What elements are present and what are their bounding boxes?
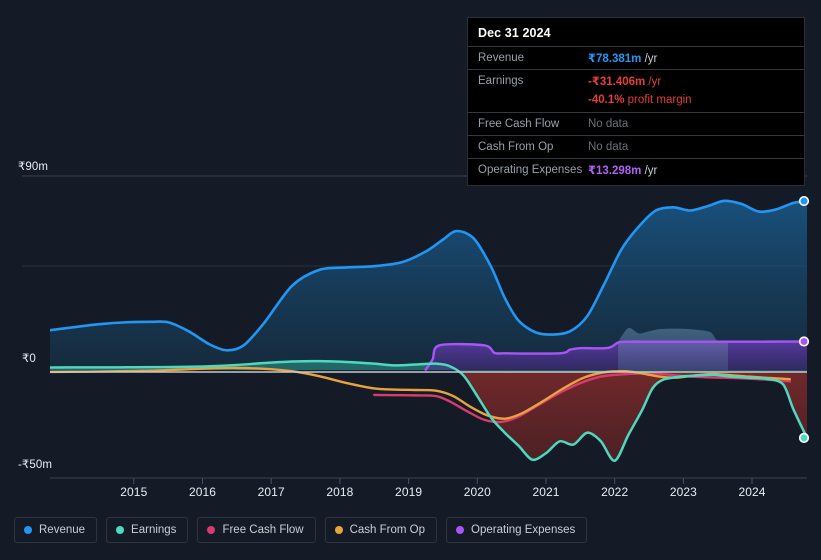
x-axis-label-2021: 2021 xyxy=(532,485,560,499)
legend-color-dot-icon xyxy=(116,526,125,534)
legend-item-operating-expenses[interactable]: Operating Expenses xyxy=(446,517,588,543)
tooltip-row-revenue: Revenue ₹78.381m /yr xyxy=(468,46,804,69)
end-marker-revenue xyxy=(798,195,810,207)
legend-color-dot-icon xyxy=(24,526,32,534)
tooltip-date: Dec 31 2024 xyxy=(478,26,551,40)
tooltip-row-operating-expenses: Operating Expenses ₹13.298m /yr xyxy=(468,158,804,181)
legend-color-dot-icon xyxy=(456,526,465,534)
legend-item-cash-from-op[interactable]: Cash From Op xyxy=(324,517,438,543)
tooltip-row-label: Free Cash Flow xyxy=(478,118,560,130)
tooltip-row-nodata: No data xyxy=(588,141,629,153)
tooltip-row-label: Cash From Op xyxy=(478,141,554,153)
tooltip-row-profit-margin: -40.1% profit margin xyxy=(468,92,804,112)
tooltip-row-label: Revenue xyxy=(478,52,525,64)
tooltip-rows: Revenue ₹78.381m /yr Earnings -₹31.406m /yr… xyxy=(468,46,804,181)
tooltip-value-unit: /yr xyxy=(645,76,662,88)
legend-item-label: Revenue xyxy=(39,524,86,536)
tooltip-value-number: -40.1% xyxy=(588,94,625,106)
area-revenue-secondary-band xyxy=(618,327,728,371)
chart-page: ₹90m ₹0 -₹50m 2015 2016 2017 2018 2019 2020 20… xyxy=(0,0,821,560)
tooltip-row-value: -40.1% profit margin xyxy=(588,94,692,106)
y-axis-label-minus50m: -₹50m xyxy=(18,459,53,471)
x-axis-ticks xyxy=(133,478,753,484)
tooltip-row-nodata: No data xyxy=(588,118,629,130)
tooltip-row-value: ₹13.298m /yr xyxy=(588,163,657,177)
tooltip-row-value: ₹78.381m /yr xyxy=(588,51,657,65)
x-axis-label-2018: 2018 xyxy=(326,485,354,499)
tooltip-value-number: ₹13.298m xyxy=(588,165,642,177)
x-axis-label-2015: 2015 xyxy=(120,485,148,499)
x-axis-label-2017: 2017 xyxy=(257,485,285,499)
end-marker-operating-expenses xyxy=(798,336,810,347)
tooltip-row-earnings: Earnings -₹31.406m /yr xyxy=(468,69,804,92)
y-axis-label-90m: ₹90m xyxy=(18,161,49,173)
x-axis-label-2019: 2019 xyxy=(395,485,423,499)
x-axis-label-2023: 2023 xyxy=(669,485,697,499)
y-axis-label-zero: ₹0 xyxy=(22,353,36,365)
tooltip-row-free-cash-flow: Free Cash Flow No data xyxy=(468,112,804,135)
x-axis-label-2024: 2024 xyxy=(738,485,766,499)
tooltip-row-label: Earnings xyxy=(478,75,524,87)
tooltip-row-value: -₹31.406m /yr xyxy=(588,74,661,88)
legend-item-label: Cash From Op xyxy=(349,524,426,536)
chart-tooltip: Dec 31 2024 Revenue ₹78.381m /yr Earnings -… xyxy=(467,17,805,186)
tooltip-value-unit: /yr xyxy=(641,165,658,177)
legend-item-free-cash-flow[interactable]: Free Cash Flow xyxy=(197,517,316,543)
tooltip-row-cash-from-op: Cash From Op No data xyxy=(468,135,804,158)
chart-areas xyxy=(50,200,807,461)
legend-item-label: Operating Expenses xyxy=(471,524,576,536)
x-axis-label-2016: 2016 xyxy=(188,485,217,499)
legend-item-label: Earnings xyxy=(131,524,177,536)
legend-item-label: Free Cash Flow xyxy=(222,524,304,536)
x-axis-label-2020: 2020 xyxy=(463,485,491,499)
end-marker-earnings xyxy=(798,432,810,443)
legend-color-dot-icon xyxy=(207,526,216,534)
tooltip-value-unit: /yr xyxy=(641,53,658,65)
tooltip-value-number: -₹31.406m xyxy=(588,76,646,88)
legend-item-earnings[interactable]: Earnings xyxy=(106,517,189,543)
line-earnings xyxy=(50,359,807,462)
legend-item-revenue[interactable]: Revenue xyxy=(14,517,98,543)
tooltip-value-number: ₹78.381m xyxy=(588,53,642,65)
x-axis-label-2022: 2022 xyxy=(601,485,629,499)
tooltip-row-label: Operating Expenses xyxy=(478,164,583,176)
chart-legend: Revenue Earnings Free Cash Flow Cash From O… xyxy=(14,517,588,543)
legend-color-dot-icon xyxy=(334,526,343,534)
tooltip-value-unit: profit margin xyxy=(624,94,692,106)
